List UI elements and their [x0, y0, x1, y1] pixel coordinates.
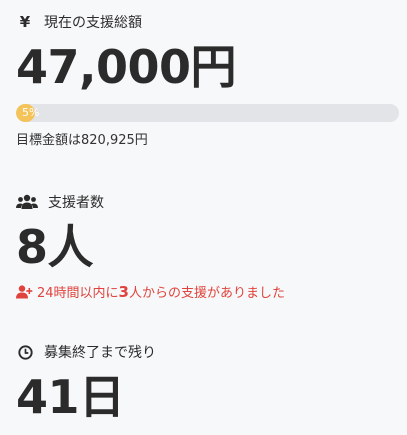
funding-label-row: ¥ 現在の支援総額 [16, 12, 399, 32]
funding-progress-text: 5% [22, 106, 40, 119]
funding-goal: 目標金額は820,925円 [16, 133, 148, 148]
recent-supporters-alert: 24時間以内に 3 人からの支援がありました [16, 282, 399, 301]
user-plus-icon [16, 284, 33, 299]
funding-section: ¥ 現在の支援総額 47,000円 5% 目標金額は820,925円 [16, 12, 399, 148]
supporters-label-row: 支援者数 [16, 192, 399, 212]
funding-amount: 47,000円 [16, 40, 237, 94]
supporters-label: 支援者数 [48, 195, 104, 211]
remaining-section: 募集終了まで残り 41日 [16, 342, 399, 420]
users-icon [16, 193, 38, 211]
clock-icon [16, 343, 34, 361]
remaining-label: 募集終了まで残り [44, 345, 156, 361]
remaining-label-row: 募集終了まで残り [16, 342, 399, 362]
remaining-days: 41日 [16, 370, 125, 424]
funding-label: 現在の支援総額 [44, 15, 142, 31]
supporters-section: 支援者数 8人 24時間以内に 3 人からの支援がありました [16, 192, 399, 301]
yen-icon: ¥ [19, 13, 31, 31]
recent-count: 3 [118, 282, 129, 301]
funding-progress-bar: 5% [16, 104, 399, 122]
recent-suffix: 人からの支援がありました [128, 286, 285, 301]
recent-prefix: 24時間以内に [37, 286, 119, 301]
supporters-count: 8人 [16, 220, 94, 274]
